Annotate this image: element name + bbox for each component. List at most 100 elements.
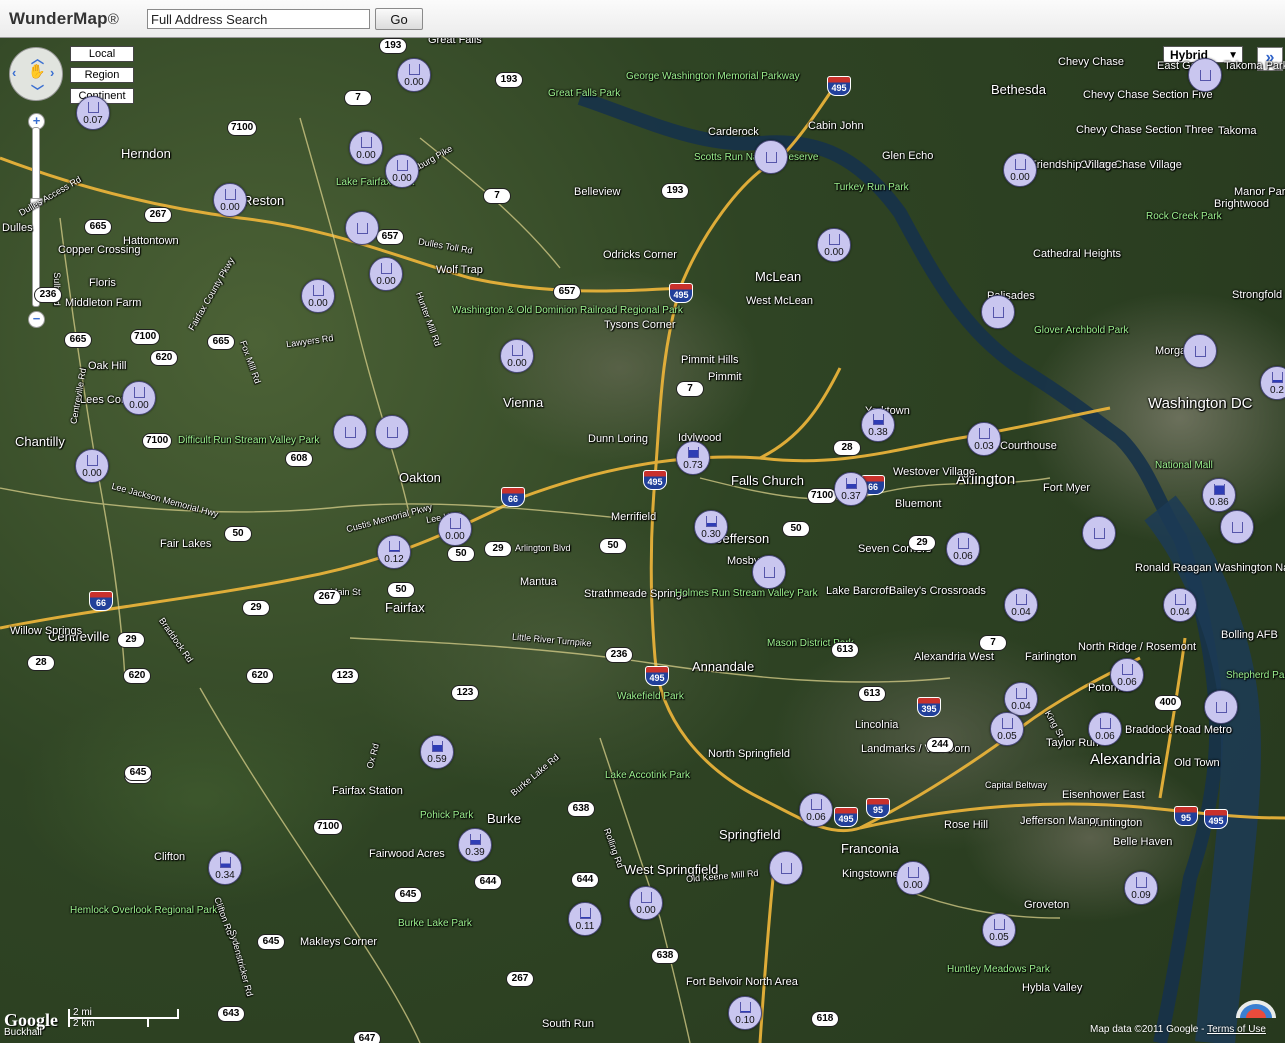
weather-station-marker[interactable] <box>981 295 1015 329</box>
precip-value: 0.03 <box>974 441 994 452</box>
route-shield: 7 <box>979 635 1007 651</box>
weather-station-marker[interactable]: 0.06 <box>1088 712 1122 746</box>
weather-station-marker[interactable] <box>1204 690 1238 724</box>
route-shield: 244 <box>926 737 954 753</box>
wunderground-logo-icon[interactable] <box>1234 998 1278 1020</box>
weather-station-marker[interactable]: 0.00 <box>817 228 851 262</box>
weather-station-marker[interactable]: 0.38 <box>861 408 895 442</box>
precip-value: 0.04 <box>1170 607 1190 618</box>
local-button[interactable]: Local <box>70 46 134 62</box>
weather-station-marker[interactable]: 0.00 <box>397 58 431 92</box>
weather-station-marker[interactable] <box>1082 516 1116 550</box>
rain-gauge-icon <box>764 567 775 578</box>
place-label: Vienna <box>503 395 544 410</box>
weather-station-marker[interactable]: 0.05 <box>990 712 1024 746</box>
weather-station-marker[interactable] <box>754 140 788 174</box>
rain-gauge-icon <box>409 64 420 75</box>
place-label: Burke <box>487 811 521 826</box>
pan-right-icon[interactable]: › <box>50 65 54 80</box>
weather-station-marker[interactable] <box>752 555 786 589</box>
weather-station-marker[interactable]: 0.07 <box>76 96 110 130</box>
place-label: Dulles <box>2 222 33 234</box>
weather-station-marker[interactable]: 0.06 <box>946 532 980 566</box>
place-label: South Run <box>542 1018 594 1030</box>
road-label: Arlington Blvd <box>515 543 571 553</box>
precip-value: 0.06 <box>806 812 826 823</box>
place-label: Chevy Chase Section Five <box>1083 89 1213 101</box>
region-button[interactable]: Region <box>70 67 134 83</box>
zoom-out-button[interactable]: − <box>28 311 45 328</box>
weather-station-marker[interactable]: 0.00 <box>213 183 247 217</box>
weather-station-marker[interactable]: 0.00 <box>385 154 419 188</box>
weather-station-marker[interactable]: 0.2 <box>1260 366 1285 400</box>
rain-gauge-icon <box>225 189 236 200</box>
weather-station-marker[interactable] <box>333 415 367 449</box>
weather-station-marker[interactable]: 0.09 <box>1124 871 1158 905</box>
weather-station-marker[interactable]: 0.00 <box>369 257 403 291</box>
rain-gauge-icon <box>1016 594 1027 605</box>
route-shield: 7100 <box>807 488 838 504</box>
place-label: Fort Belvoir North Area <box>686 976 798 988</box>
place-label: Bethesda <box>991 82 1046 97</box>
precip-value: 0.06 <box>1095 731 1115 742</box>
precip-value: 0.00 <box>903 880 923 891</box>
rain-gauge-icon <box>1094 528 1105 539</box>
weather-station-marker[interactable] <box>375 415 409 449</box>
weather-station-marker[interactable]: 0.03 <box>967 422 1001 456</box>
rain-gauge-icon <box>432 741 443 752</box>
weather-station-marker[interactable]: 0.00 <box>896 861 930 895</box>
pan-control[interactable]: ︿ ‹ › ﹀ ✋ <box>9 47 63 101</box>
map-canvas[interactable]: ︿ ‹ › ﹀ ✋ + − Local Region Continent Hyb… <box>0 38 1285 1043</box>
go-button[interactable]: Go <box>375 8 423 30</box>
weather-station-marker[interactable]: 0.04 <box>1004 588 1038 622</box>
weather-station-marker[interactable]: 0.34 <box>208 851 242 885</box>
weather-station-marker[interactable] <box>345 211 379 245</box>
weather-station-marker[interactable] <box>1188 58 1222 92</box>
app-logo[interactable]: WunderMap® <box>9 9 119 29</box>
hand-icon[interactable]: ✋ <box>28 63 45 80</box>
pan-left-icon[interactable]: ‹ <box>12 65 16 80</box>
weather-station-marker[interactable]: 0.06 <box>1110 658 1144 692</box>
weather-station-marker[interactable]: 0.39 <box>458 828 492 862</box>
pan-down-icon[interactable]: ﹀ <box>31 81 44 100</box>
weather-station-marker[interactable]: 0.12 <box>377 535 411 569</box>
weather-station-marker[interactable]: 0.10 <box>728 996 762 1030</box>
weather-station-marker[interactable]: 0.00 <box>75 449 109 483</box>
park-label: Pohick Park <box>420 810 474 821</box>
weather-station-marker[interactable]: 0.00 <box>629 886 663 920</box>
weather-station-marker[interactable]: 0.30 <box>694 510 728 544</box>
weather-station-marker[interactable]: 0.00 <box>438 512 472 546</box>
weather-station-marker[interactable] <box>769 851 803 885</box>
weather-station-marker[interactable] <box>1183 334 1217 368</box>
place-label: Bolling AFB <box>1221 629 1278 641</box>
weather-station-marker[interactable]: 0.04 <box>1163 588 1197 622</box>
terms-of-use-link[interactable]: Terms of Use <box>1207 1024 1266 1035</box>
weather-station-marker[interactable]: 0.00 <box>349 131 383 165</box>
place-label: Strongfold <box>1232 289 1283 301</box>
route-shield: 267 <box>506 971 534 987</box>
google-logo[interactable]: Google Buckhall <box>4 1010 58 1038</box>
zoom-slider[interactable] <box>32 127 40 307</box>
weather-station-marker[interactable]: 0.00 <box>301 279 335 313</box>
place-label: Ronald Reagan Washington National Airpor… <box>1135 562 1285 574</box>
weather-station-marker[interactable]: 0.00 <box>500 339 534 373</box>
place-label: Herndon <box>121 146 171 161</box>
weather-station-marker[interactable]: 0.00 <box>122 381 156 415</box>
weather-station-marker[interactable]: 0.05 <box>982 913 1016 947</box>
weather-station-marker[interactable]: 0.06 <box>799 793 833 827</box>
weather-station-marker[interactable]: 0.00 <box>1003 153 1037 187</box>
route-shield: 267 <box>144 207 172 223</box>
precip-value: 0.12 <box>384 554 404 565</box>
place-label: Oakton <box>399 470 441 485</box>
weather-station-marker[interactable]: 0.04 <box>1004 682 1038 716</box>
weather-station-marker[interactable]: 0.86 <box>1202 478 1236 512</box>
weather-station-marker[interactable]: 0.73 <box>676 441 710 475</box>
weather-station-marker[interactable] <box>1220 510 1254 544</box>
route-shield: 647 <box>353 1031 381 1043</box>
place-label: Tysons Corner <box>604 319 676 331</box>
weather-station-marker[interactable]: 0.11 <box>568 902 602 936</box>
weather-station-marker[interactable]: 0.59 <box>420 735 454 769</box>
rain-gauge-icon <box>641 892 652 903</box>
address-search-input[interactable] <box>147 9 370 29</box>
weather-station-marker[interactable]: 0.37 <box>834 472 868 506</box>
